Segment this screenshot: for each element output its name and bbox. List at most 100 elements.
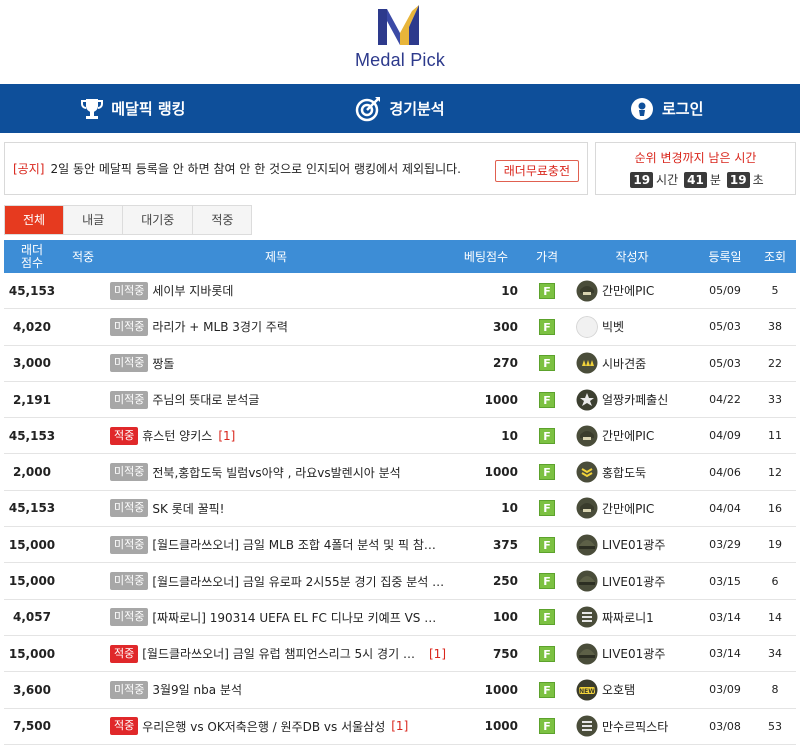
title-cell[interactable]: 미적중 주님의 뜻대로 분석글: [106, 390, 446, 409]
post-date: 04/22: [709, 393, 741, 407]
free-price-icon: F: [539, 282, 555, 299]
post-title[interactable]: [짜짜로니] 190314 UEFA EL FC 디나모 키예프 VS 첼시 F…: [152, 609, 446, 626]
author-name[interactable]: LIVE01광주: [602, 573, 665, 590]
table-row[interactable]: 7,500 적중 우리은행 vs OK저축은행 / 원주DB vs 서울삼성 [1] 1…: [4, 709, 796, 745]
title-cell[interactable]: 미적중 SK 롯데 꿀픽!: [106, 499, 446, 518]
table-row[interactable]: 45,153 적중 휴스턴 양키스 [1] 10 F 간만에PIC 04/09 11: [4, 418, 796, 455]
table-row[interactable]: 4,057 미적중 [짜짜로니] 190314 UEFA EL FC 디나모 키예프…: [4, 600, 796, 636]
post-title[interactable]: 전북,홍합도둑 빌럼vs아약 , 라요vs발렌시아 분석: [152, 464, 400, 481]
title-cell[interactable]: 미적중 짱돌: [106, 354, 446, 373]
post-title[interactable]: 세이부 지바롯데: [152, 282, 233, 299]
title-cell[interactable]: 미적중[월드클라쓰오너] 금일 MLB 조합 4폴더 분석 및 픽 참고하세요!…: [106, 535, 446, 554]
rank-badge-icon: [576, 606, 598, 628]
author-name[interactable]: 홍합도둑: [602, 464, 646, 481]
author-cell[interactable]: 간만에PIC: [568, 425, 696, 447]
author-cell[interactable]: 시바견줌: [568, 352, 696, 374]
ladder-score: 15,000: [8, 574, 56, 589]
title-cell[interactable]: 미적중 전북,홍합도둑 빌럼vs아약 , 라요vs발렌시아 분석: [106, 463, 446, 482]
tab-all[interactable]: 전체: [5, 206, 65, 234]
post-date: 03/08: [709, 719, 741, 733]
post-title[interactable]: [월드클라쓰오너] 금일 MLB 조합 4폴더 분석 및 픽 참고하세요!!!: [152, 536, 446, 553]
table-row[interactable]: 2,191 미적중 주님의 뜻대로 분석글 1000 F 얼짱카페출신 04/22 33: [4, 382, 796, 419]
medal-pick-logo-icon[interactable]: [375, 5, 425, 49]
author-name[interactable]: 간만에PIC: [602, 427, 654, 444]
tab-waiting[interactable]: 대기중: [123, 206, 194, 234]
col-title[interactable]: 제목: [106, 248, 446, 265]
post-title[interactable]: 3월9일 nba 분석: [152, 681, 242, 698]
post-title[interactable]: 짱돌: [152, 355, 174, 372]
title-cell[interactable]: 적중 휴스턴 양키스 [1]: [106, 426, 446, 445]
title-cell[interactable]: 적중[월드클라쓰오너] 금일 유럽 챔피언스리그 5시 경기 집중 분석 ...…: [106, 644, 446, 663]
col-author[interactable]: 작성자: [568, 248, 696, 265]
title-cell[interactable]: 미적중 [짜짜로니] 190314 UEFA EL FC 디나모 키예프 VS 첼…: [106, 608, 446, 627]
title-cell[interactable]: 미적중[월드클라쓰오너] 금일 유로파 2시55분 경기 집중 분석 및 픽 참…: [106, 572, 446, 591]
post-title[interactable]: [월드클라쓰오너] 금일 유로파 2시55분 경기 집중 분석 및 픽 참...: [152, 573, 446, 590]
post-title[interactable]: 주님의 뜻대로 분석글: [152, 391, 259, 408]
author-name[interactable]: 시바견줌: [602, 355, 646, 372]
author-cell[interactable]: 짜짜로니1: [568, 606, 696, 628]
author-cell[interactable]: LIVE01광주: [568, 643, 696, 665]
table-row[interactable]: 3,600 미적중 3월9일 nba 분석 1000 F NEW 오호탬 03/09 8: [4, 672, 796, 709]
author-name[interactable]: 간만에PIC: [602, 282, 654, 299]
author-cell[interactable]: LIVE01광주: [568, 534, 696, 556]
author-name[interactable]: 짜짜로니1: [602, 609, 654, 626]
col-ladder-score[interactable]: 래더 점수: [4, 243, 60, 270]
author-cell[interactable]: 간만에PIC: [568, 280, 696, 302]
col-hit[interactable]: 적중: [60, 248, 106, 265]
price-cell: F: [526, 464, 568, 481]
author-name[interactable]: 빅벳: [602, 318, 624, 335]
ladder-charge-button[interactable]: 래더무료충전: [494, 160, 579, 182]
author-cell[interactable]: LIVE01광주: [568, 570, 696, 592]
author-name[interactable]: 오호탬: [602, 681, 635, 698]
title-cell[interactable]: 미적중 3월9일 nba 분석: [106, 680, 446, 699]
logo-text[interactable]: Medal Pick: [0, 50, 800, 71]
col-bet-score[interactable]: 베팅점수: [446, 248, 526, 265]
post-date: 05/09: [709, 284, 741, 298]
author-cell[interactable]: 홍합도둑: [568, 461, 696, 483]
table-row[interactable]: 45,153 미적중 SK 롯데 꿀픽! 10 F 간만에PIC 04/04 16: [4, 491, 796, 528]
nav-label: 경기분석: [389, 100, 445, 118]
col-date[interactable]: 등록일: [696, 248, 754, 265]
table-row[interactable]: 15,000 미적중 [월드클라쓰오너] 금일 MLB 조합 4폴더 분석 및 픽 …: [4, 527, 796, 564]
rank-timer-panel: 순위 변경까지 남은 시간 19 시간 41 분 19 초: [595, 142, 796, 195]
table-row[interactable]: 3,000 미적중 짱돌 270 F 시바견줌 05/03 22: [4, 346, 796, 382]
title-cell[interactable]: 미적중 세이부 지바롯데: [106, 281, 446, 300]
post-title[interactable]: SK 롯데 꿀픽!: [152, 500, 224, 517]
title-cell[interactable]: 미적중 라리가 + MLB 3경기 주력: [106, 317, 446, 336]
author-cell[interactable]: NEW 오호탬: [568, 679, 696, 701]
bet-score: 375: [492, 537, 518, 552]
post-title[interactable]: 우리은행 vs OK저축은행 / 원주DB vs 서울삼성: [142, 718, 385, 735]
author-name[interactable]: LIVE01광주: [602, 536, 665, 553]
table-row[interactable]: 45,153 미적중 세이부 지바롯데 10 F 간만에PIC 05/09 5: [4, 273, 796, 310]
title-cell[interactable]: 적중 우리은행 vs OK저축은행 / 원주DB vs 서울삼성 [1]: [106, 717, 446, 736]
author-name[interactable]: 간만에PIC: [602, 500, 654, 517]
nav-medal-ranking[interactable]: 메달픽 랭킹: [0, 84, 267, 133]
author-name[interactable]: 만수르픽스타: [602, 718, 668, 735]
author-cell[interactable]: 빅벳: [568, 315, 696, 338]
author-cell[interactable]: 간만에PIC: [568, 497, 696, 519]
table-row[interactable]: 2,000 미적중 전북,홍합도둑 빌럼vs아약 , 라요vs발렌시아 분석 1000…: [4, 454, 796, 491]
nav-login[interactable]: 로그인: [533, 84, 800, 133]
table-row[interactable]: 15,000 미적중 [월드클라쓰오너] 금일 유로파 2시55분 경기 집중 분석…: [4, 563, 796, 600]
tab-hit[interactable]: 적중: [193, 206, 251, 234]
author-cell[interactable]: 만수르픽스타: [568, 715, 696, 737]
free-price-icon: F: [539, 681, 555, 698]
post-title[interactable]: [월드클라쓰오너] 금일 유럽 챔피언스리그 5시 경기 집중 분석 ...: [142, 645, 423, 662]
post-title[interactable]: 휴스턴 양키스: [142, 427, 212, 444]
tab-mine[interactable]: 내글: [64, 206, 124, 234]
table-row[interactable]: 4,020 미적중 라리가 + MLB 3경기 주력 300 F 빅벳 05/03 38: [4, 309, 796, 346]
col-price[interactable]: 가격: [526, 248, 568, 265]
view-count: 16: [768, 501, 782, 515]
author-cell[interactable]: 얼짱카페출신: [568, 389, 696, 411]
author-name[interactable]: 얼짱카페출신: [602, 391, 668, 408]
author-name[interactable]: LIVE01광주: [602, 645, 665, 662]
table-row[interactable]: 15,000 적중 [월드클라쓰오너] 금일 유럽 챔피언스리그 5시 경기 집중 …: [4, 636, 796, 673]
post-date: 03/14: [709, 610, 741, 624]
ladder-score: 7,500: [13, 719, 51, 734]
nav-game-analysis[interactable]: 경기분석: [267, 84, 534, 133]
post-date: 03/15: [709, 574, 741, 588]
col-views[interactable]: 조회: [754, 248, 796, 265]
post-title[interactable]: 라리가 + MLB 3경기 주력: [152, 318, 288, 335]
post-date: 04/04: [709, 501, 741, 515]
ladder-score: 2,000: [13, 465, 51, 480]
